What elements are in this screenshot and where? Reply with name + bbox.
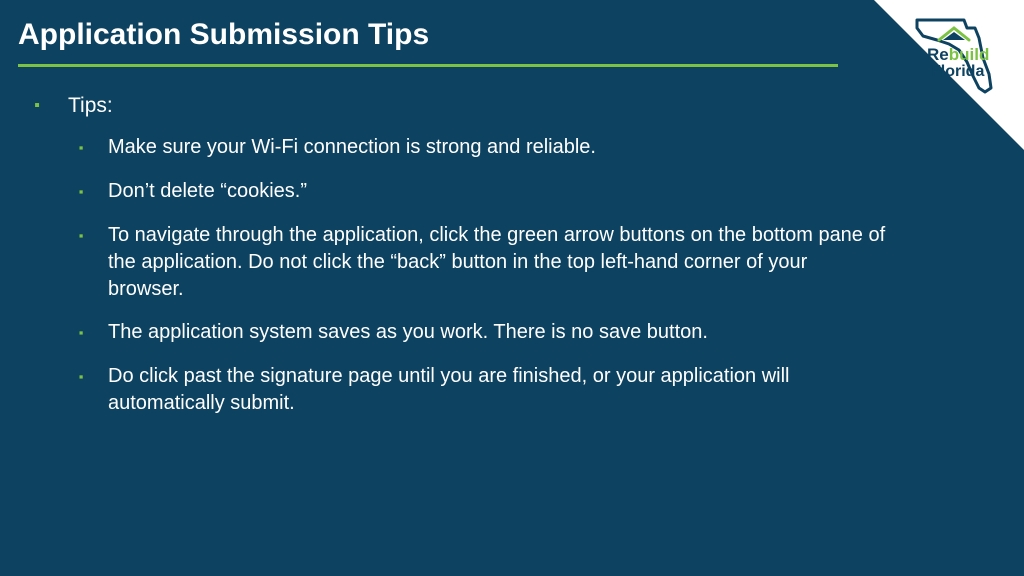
title-underline xyxy=(18,64,838,67)
content-area: ▪ Tips: ▪ Make sure your Wi-Fi connectio… xyxy=(30,92,904,433)
logo-text-re: Re xyxy=(927,45,949,64)
rebuild-florida-logo: Rebuild Florida xyxy=(904,10,1014,105)
list-item-text: The application system saves as you work… xyxy=(108,319,708,347)
list-item: ▪ To navigate through the application, c… xyxy=(74,222,904,303)
list-heading-row: ▪ Tips: xyxy=(30,92,904,120)
list-item: ▪ Don’t delete “cookies.” xyxy=(74,178,904,206)
list-item-text: Don’t delete “cookies.” xyxy=(108,178,307,206)
logo-text-build: build xyxy=(949,45,990,64)
svg-text:Rebuild: Rebuild xyxy=(927,45,989,64)
list-item: ▪ Do click past the signature page until… xyxy=(74,363,904,417)
list-item-text: Do click past the signature page until y… xyxy=(108,363,888,417)
list-item-text: To navigate through the application, cli… xyxy=(108,222,888,303)
square-bullet-icon: ▪ xyxy=(30,92,44,120)
square-bullet-icon: ▪ xyxy=(74,319,88,347)
square-bullet-icon: ▪ xyxy=(74,178,88,206)
list-item-text: Make sure your Wi-Fi connection is stron… xyxy=(108,134,596,162)
list-item: ▪ Make sure your Wi-Fi connection is str… xyxy=(74,134,904,162)
slide: Rebuild Florida Application Submission T… xyxy=(0,0,1024,576)
square-bullet-icon: ▪ xyxy=(74,222,88,303)
square-bullet-icon: ▪ xyxy=(74,134,88,162)
square-bullet-icon: ▪ xyxy=(74,363,88,417)
list-item: ▪ The application system saves as you wo… xyxy=(74,319,904,347)
logo-text-florida: Florida xyxy=(931,63,984,80)
florida-state-icon: Rebuild Florida xyxy=(909,10,1009,100)
list-heading: Tips: xyxy=(68,92,113,120)
page-title: Application Submission Tips xyxy=(18,18,429,52)
